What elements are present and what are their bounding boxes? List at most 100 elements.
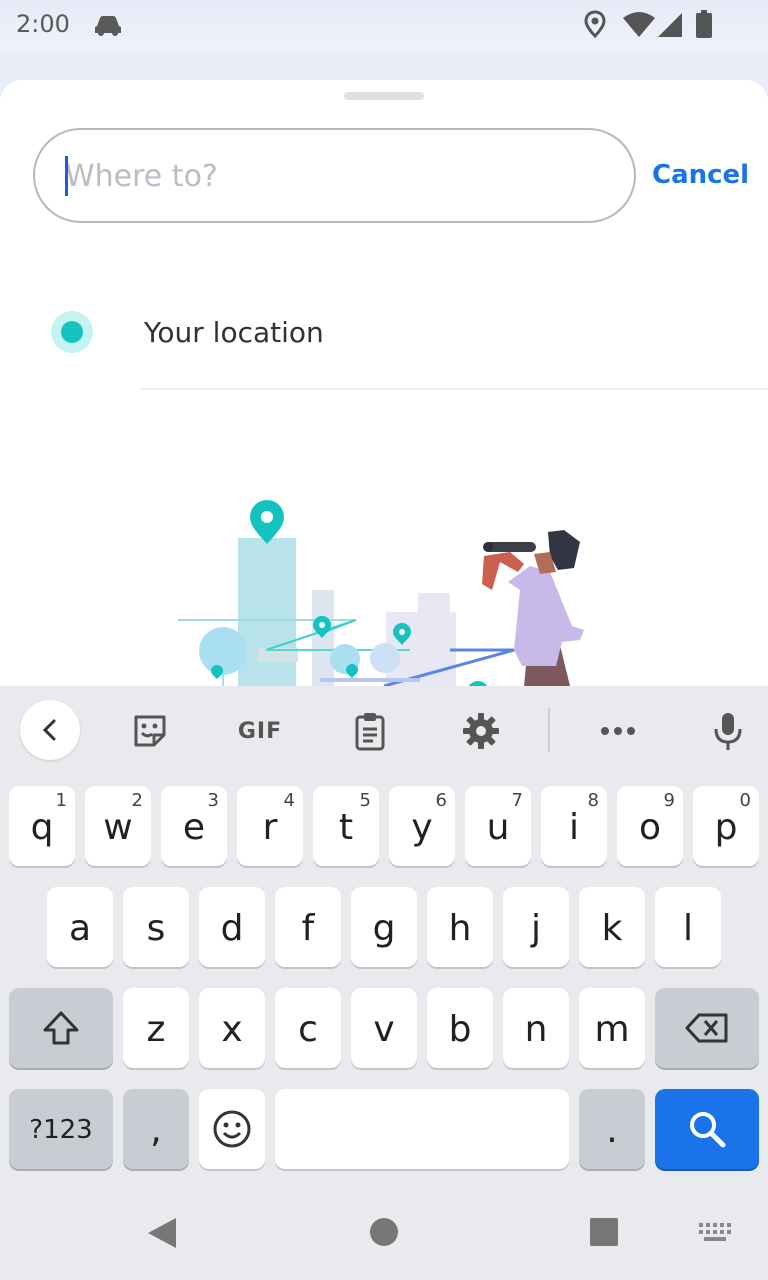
keyboard-switch-icon[interactable] (698, 1222, 732, 1242)
key-z[interactable]: z (123, 988, 189, 1068)
key-l[interactable]: l (655, 887, 721, 967)
search-icon (690, 1112, 726, 1148)
shift-key[interactable] (9, 988, 113, 1068)
key-p[interactable]: 0p (693, 786, 759, 866)
shift-arrow-icon (43, 1011, 79, 1045)
key-a[interactable]: a (47, 887, 113, 967)
key-label: o (638, 806, 662, 848)
key-label: h (448, 907, 472, 949)
key-label: w (103, 806, 133, 848)
sheet-drag-handle[interactable] (344, 92, 424, 100)
search-input[interactable] (65, 150, 605, 202)
text-caret (65, 156, 68, 196)
key-label: r (262, 806, 278, 848)
cancel-button[interactable]: Cancel (652, 160, 749, 190)
key-label: g (372, 907, 396, 949)
key-c[interactable]: c (275, 988, 341, 1068)
divider (140, 388, 768, 390)
key-label: z (146, 1008, 166, 1050)
key-v[interactable]: v (351, 988, 417, 1068)
destination-sheet: Cancel Your location (0, 80, 768, 686)
key-number-hint: 6 (435, 790, 447, 811)
key-w[interactable]: 2w (85, 786, 151, 866)
period-key[interactable]: . (579, 1089, 645, 1169)
sticker-button[interactable] (120, 706, 180, 756)
clipboard-button[interactable] (340, 706, 400, 756)
wifi-icon (622, 12, 656, 42)
emoji-key[interactable] (199, 1089, 265, 1169)
key-label: s (146, 907, 166, 949)
key-label: e (182, 806, 206, 848)
key-n[interactable]: n (503, 988, 569, 1068)
microphone-icon (714, 713, 742, 750)
key-s[interactable]: s (123, 887, 189, 967)
your-location-label: Your location (144, 316, 324, 349)
home-circle-icon[interactable] (369, 1217, 399, 1247)
your-location-row[interactable]: Your location (0, 292, 768, 388)
key-number-hint: 7 (511, 790, 523, 811)
key-e[interactable]: 3e (161, 786, 227, 866)
gif-label: GIF (237, 718, 283, 744)
key-u[interactable]: 7u (465, 786, 531, 866)
keyboard-back-button[interactable] (20, 700, 80, 760)
key-m[interactable]: m (579, 988, 645, 1068)
recents-square-icon[interactable] (589, 1217, 619, 1247)
key-number-hint: 2 (131, 790, 143, 811)
key-label: b (448, 1008, 472, 1050)
key-i[interactable]: 8i (541, 786, 607, 866)
key-t[interactable]: 5t (313, 786, 379, 866)
backspace-icon (685, 1013, 728, 1043)
key-label: y (411, 806, 433, 848)
gear-icon (463, 713, 499, 749)
back-triangle-icon[interactable] (146, 1216, 178, 1250)
comma-key-label: , (150, 1109, 162, 1151)
explorer-illustration (178, 500, 584, 686)
key-label: a (68, 907, 92, 949)
battery-icon (696, 10, 712, 42)
key-number-hint: 5 (359, 790, 371, 811)
key-label: c (298, 1008, 318, 1050)
backspace-key[interactable] (655, 988, 759, 1068)
key-j[interactable]: j (503, 887, 569, 967)
key-label: v (373, 1008, 395, 1050)
key-label: n (524, 1008, 548, 1050)
status-time: 2:00 (16, 10, 70, 38)
key-label: k (601, 907, 623, 949)
key-label: j (530, 907, 541, 949)
comma-key[interactable]: , (123, 1089, 189, 1169)
key-label: f (301, 907, 315, 949)
key-label: l (682, 907, 693, 949)
key-f[interactable]: f (275, 887, 341, 967)
more-button[interactable] (588, 706, 648, 756)
clipboard-icon (355, 713, 385, 751)
more-horizontal-icon (601, 727, 635, 735)
key-y[interactable]: 6y (389, 786, 455, 866)
search-field[interactable] (33, 128, 636, 223)
key-k[interactable]: k (579, 887, 645, 967)
key-number-hint: 3 (207, 790, 219, 811)
sticker-icon (134, 715, 166, 747)
key-label: x (221, 1008, 243, 1050)
key-b[interactable]: b (427, 988, 493, 1068)
key-x[interactable]: x (199, 988, 265, 1068)
key-o[interactable]: 9o (617, 786, 683, 866)
search-key[interactable] (655, 1089, 759, 1169)
chevron-left-icon (42, 719, 56, 741)
key-q[interactable]: 1q (9, 786, 75, 866)
gif-button[interactable]: GIF (230, 706, 290, 756)
voice-input-button[interactable] (698, 706, 758, 756)
key-label: i (568, 806, 579, 848)
symbols-key[interactable]: ?123 (9, 1089, 113, 1169)
key-g[interactable]: g (351, 887, 417, 967)
current-location-icon (51, 311, 93, 353)
key-label: t (338, 806, 354, 848)
key-number-hint: 0 (739, 790, 751, 811)
period-key-label: . (606, 1109, 618, 1151)
key-label: p (714, 806, 738, 848)
key-r[interactable]: 4r (237, 786, 303, 866)
settings-button[interactable] (451, 706, 511, 756)
key-number-hint: 9 (663, 790, 675, 811)
key-h[interactable]: h (427, 887, 493, 967)
key-d[interactable]: d (199, 887, 265, 967)
spacebar-key[interactable] (275, 1089, 569, 1169)
